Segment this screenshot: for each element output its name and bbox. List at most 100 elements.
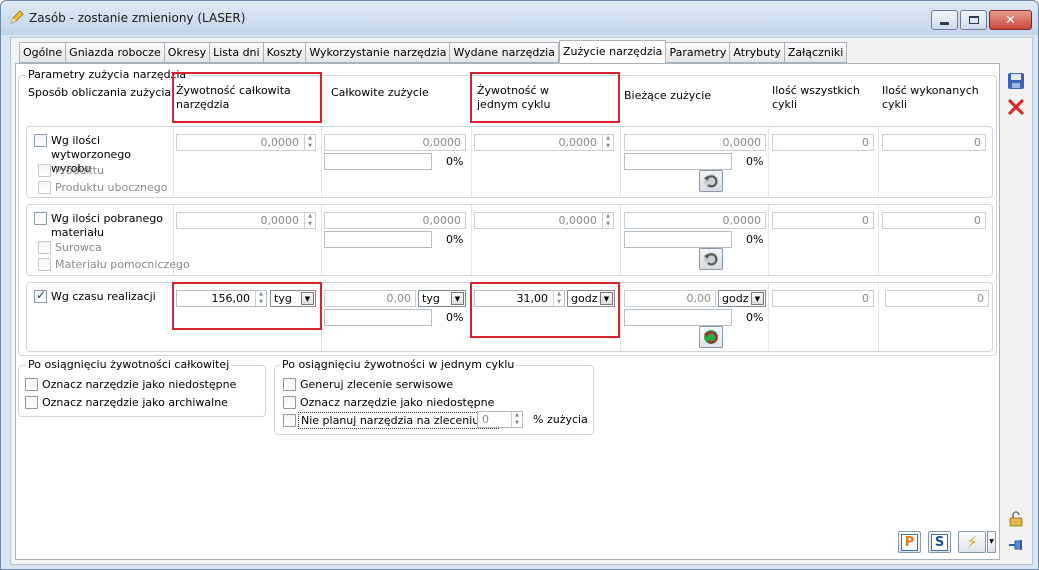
col-divider	[173, 127, 174, 197]
cycle-life-input[interactable]: 0,0000 ▲ ▼	[474, 212, 614, 229]
col-divider	[321, 127, 322, 197]
spinner[interactable]: ▲ ▼	[304, 213, 315, 228]
all-cycles-input: 0	[772, 134, 874, 151]
highlight-total-life-input	[172, 282, 322, 330]
label-by-material: Wg ilości pobranego materiału	[51, 212, 163, 239]
total-use-progress	[324, 231, 432, 248]
header-total-use: Całkowite zużycie	[331, 86, 429, 99]
minimize-button[interactable]	[931, 10, 958, 30]
tab-panel: Parametry zużycia narzędzia Sposób oblic…	[15, 63, 1000, 560]
header-all-cycles: Ilość wszystkich cykli	[772, 84, 860, 111]
usage-percent-suffix: % zużycia	[533, 413, 588, 426]
current-use-progress	[624, 153, 732, 170]
spinner[interactable]: ▲ ▼	[511, 412, 522, 427]
reset-icon	[704, 252, 718, 266]
total-life-input[interactable]: 0,0000 ▲ ▼	[176, 212, 316, 229]
params-group-title: Parametry zużycia narzędzia	[26, 68, 189, 81]
checkbox-by-product[interactable]	[34, 134, 47, 147]
maximize-button[interactable]	[960, 10, 987, 30]
checkbox-total-archive[interactable]	[25, 396, 38, 409]
pencil-icon	[10, 10, 24, 24]
checkbox-materialu-pomocniczego[interactable]	[38, 258, 51, 271]
done-cycles-input: 0	[885, 290, 989, 307]
spinner[interactable]: ▲ ▼	[304, 135, 315, 150]
label-by-time: Wg czasu realizacji	[51, 290, 156, 303]
tab-atrybuty[interactable]: Atrybuty	[730, 42, 785, 63]
col-divider	[878, 127, 879, 197]
s-button[interactable]: S	[928, 531, 951, 553]
save-button[interactable]	[1005, 70, 1027, 92]
tab-wykorzystanie-narzedzia[interactable]: Wykorzystanie narzędzia	[306, 42, 451, 63]
current-use-progress	[624, 231, 732, 248]
after-cycle-title: Po osiągnięciu żywotności w jednym cyklu	[280, 358, 517, 371]
p-button[interactable]: P	[898, 531, 921, 553]
spinner[interactable]: ▲ ▼	[602, 135, 613, 150]
current-use-percent: 0%	[746, 155, 764, 168]
highlight-cycle-life-header	[470, 72, 620, 123]
checkbox-surowca[interactable]	[38, 241, 51, 254]
checkbox-by-material[interactable]	[34, 212, 47, 225]
tab-ogolne[interactable]: Ogólne	[19, 42, 67, 63]
current-use-percent: 0%	[746, 311, 764, 324]
actions-button[interactable]: ⚡	[958, 531, 986, 553]
label-total-unavailable: Oznacz narzędzie jako niedostępne	[42, 378, 237, 391]
current-use-progress	[624, 309, 732, 326]
total-use-progress	[324, 309, 432, 326]
spinner[interactable]: ▲ ▼	[602, 213, 613, 228]
pin-icon	[1009, 540, 1022, 550]
reset-button[interactable]	[699, 170, 723, 192]
p-icon: P	[900, 533, 919, 551]
reset-button[interactable]	[699, 326, 723, 348]
col-divider	[878, 283, 879, 351]
total-use-unit-select[interactable]: tyg ▼	[418, 290, 466, 307]
checkbox-produktu[interactable]	[38, 164, 51, 177]
checkbox-by-time[interactable]	[34, 288, 47, 303]
cycle-life-input[interactable]: 0,0000 ▲ ▼	[474, 134, 614, 151]
after-total-group	[18, 365, 266, 417]
lightning-icon: ⚡	[966, 533, 978, 551]
after-total-title: Po osiągnięciu żywotności całkowitej	[26, 358, 232, 371]
col-divider	[620, 283, 621, 351]
total-use-input: 0,0000	[324, 134, 466, 151]
highlight-cycle-life-input	[470, 282, 620, 338]
cancel-button[interactable]	[1005, 96, 1027, 118]
label-produktu: Produktu	[55, 164, 105, 177]
header-current-use: Bieżące zużycie	[624, 89, 712, 102]
reset-button[interactable]	[699, 248, 723, 270]
header-done-cycles: Ilość wykonanych cykli	[882, 84, 979, 111]
checkbox-produktu-ubocznego[interactable]	[38, 181, 51, 194]
total-use-percent: 0%	[446, 233, 464, 246]
total-use-progress	[324, 153, 432, 170]
close-window-button[interactable]: ✕	[989, 10, 1032, 30]
total-use-percent: 0%	[446, 155, 464, 168]
tab-zuzycie-narzedzia[interactable]: Zużycie narzędzia	[558, 40, 667, 63]
checkbox-do-not-plan[interactable]	[283, 414, 296, 427]
current-use-unit-select[interactable]: godz ▼	[718, 290, 766, 307]
title-bar: Zasób - zostanie zmieniony (LASER) ✕	[1, 1, 1038, 35]
col-divider	[768, 283, 769, 351]
close-icon	[1008, 99, 1024, 115]
col-divider	[321, 205, 322, 275]
tab-koszty[interactable]: Koszty	[263, 42, 307, 63]
checkbox-service-order[interactable]	[283, 378, 296, 391]
actions-dropdown[interactable]: ▼	[987, 531, 996, 553]
tab-parametry[interactable]: Parametry	[666, 42, 731, 63]
header-method: Sposób obliczania zużycia	[28, 86, 172, 99]
label-materialu-pomocniczego: Materiału pomocniczego	[55, 258, 190, 271]
lock-button[interactable]	[1005, 508, 1027, 530]
col-divider	[878, 205, 879, 275]
tab-okresy[interactable]: Okresy	[164, 42, 211, 63]
current-use-percent: 0%	[746, 233, 764, 246]
tab-wydane-narzedzia[interactable]: Wydane narzędzia	[450, 42, 559, 63]
reset-icon	[704, 330, 718, 344]
total-life-input[interactable]: 0,0000 ▲ ▼	[176, 134, 316, 151]
checkbox-total-unavailable[interactable]	[25, 378, 38, 391]
reset-icon	[704, 174, 718, 188]
usage-percent-input[interactable]: 0 ▲ ▼	[477, 411, 523, 428]
tab-gniazda-robocze[interactable]: Gniazda robocze	[66, 42, 165, 63]
tab-lista-dni[interactable]: Lista dni	[210, 42, 264, 63]
checkbox-cycle-unavailable[interactable]	[283, 396, 296, 409]
s-icon: S	[930, 533, 949, 551]
tab-zalaczniki[interactable]: Załączniki	[784, 42, 848, 63]
pin-button[interactable]	[1005, 534, 1027, 556]
